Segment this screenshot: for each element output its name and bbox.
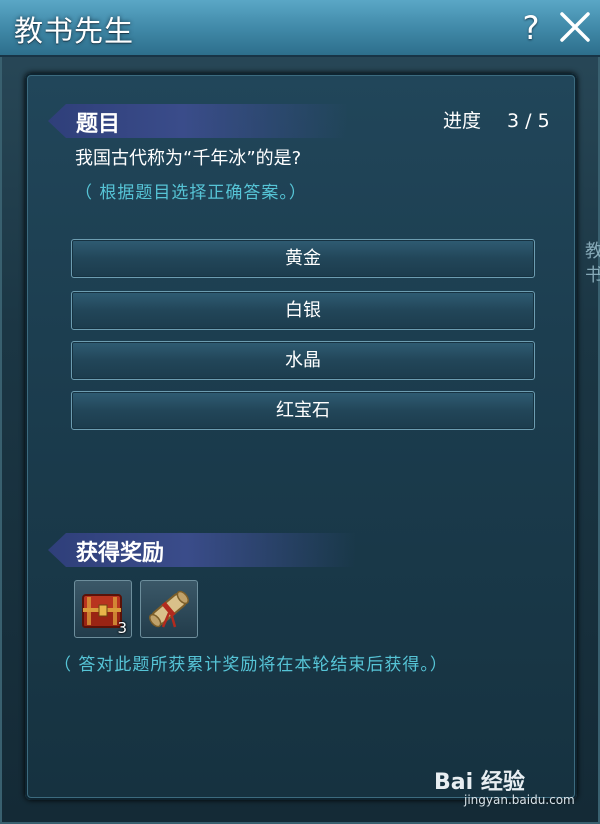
question-section-title: 题目 [76, 112, 121, 137]
reward-slot-2[interactable] [140, 580, 198, 638]
answer-button-2[interactable]: 白银 [71, 291, 535, 330]
progress-value: 3 / 5 [507, 110, 550, 132]
reward-note: （ 答对此题所获累计奖励将在本轮结束后获得。） [54, 655, 448, 675]
answer-button-4[interactable]: 红宝石 [71, 391, 535, 430]
window-title: 教书先生 [14, 14, 135, 48]
reward-section-header: 获得奖励 [48, 533, 356, 567]
progress-indicator: 进度 3 / 5 [443, 106, 550, 133]
title-bar[interactable]: 教书先生 ? [0, 0, 600, 57]
background-side-text: 教书 [585, 241, 600, 286]
close-button[interactable] [556, 8, 594, 46]
close-icon [560, 12, 590, 42]
reward-section-title: 获得奖励 [76, 541, 165, 566]
baidu-watermark: Bai 经验 jingyan.baidu.com [434, 762, 584, 814]
reward-count: 3 [117, 619, 127, 637]
question-hint: （ 根据题目选择正确答案。） [75, 183, 307, 203]
reward-slot-1[interactable]: 3 [74, 580, 132, 638]
answer-button-3[interactable]: 水晶 [71, 341, 535, 380]
answer-button-1[interactable]: 黄金 [71, 239, 535, 278]
help-button[interactable]: ? [513, 10, 549, 46]
watermark-url: jingyan.baidu.com [464, 793, 575, 807]
scroll-icon [149, 590, 189, 628]
watermark-brand: Bai 经验 [434, 770, 525, 795]
question-text: 我国古代称为“千年冰”的是? [75, 148, 302, 169]
question-section-header: 题目 [48, 104, 348, 138]
quiz-window: 教书先生 ? 教书 题目 进度 3 / 5 我国古代称为“千年冰”的是? （ 根据… [0, 0, 600, 824]
progress-label: 进度 [443, 110, 482, 132]
